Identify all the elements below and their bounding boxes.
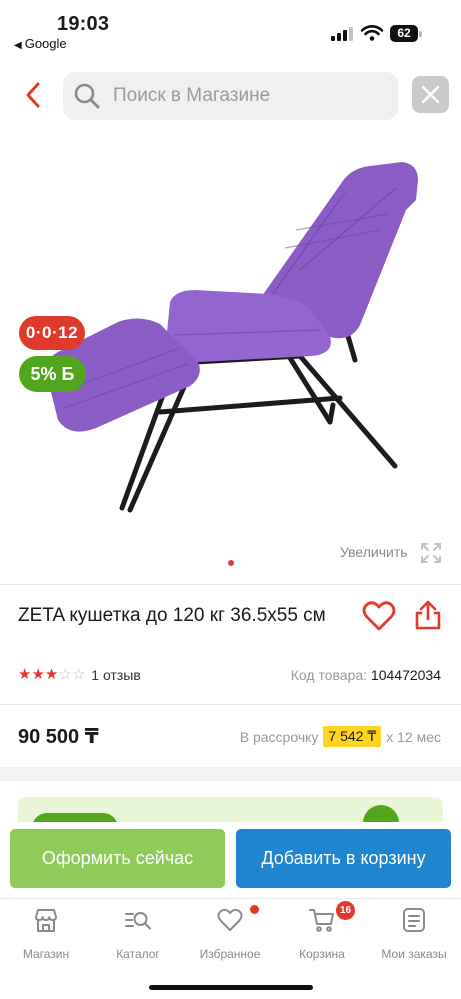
close-search-button[interactable] (412, 76, 449, 113)
product-title: ZETA кушетка до 120 кг 36.5х55 см (18, 605, 326, 626)
gallery-page-indicator (228, 560, 234, 566)
back-triangle-icon: ◀ (14, 40, 22, 51)
heart-icon (217, 908, 243, 931)
share-icon[interactable] (413, 599, 443, 631)
search-icon (74, 83, 100, 109)
action-bar: Оформить сейчас Добавить в корзину (0, 822, 461, 898)
nav-item-shop[interactable]: Магазин (0, 905, 92, 965)
product-price: 90 500 ₸ (18, 726, 99, 748)
bottom-nav: Магазин Каталог Избранное 16 Корзина Мои… (0, 898, 461, 999)
back-arrow-icon[interactable] (18, 78, 52, 112)
nav-item-favorites[interactable]: Избранное (184, 905, 276, 965)
status-time: 19:03 (57, 13, 110, 35)
product-sku: Код товара: 104472034 (291, 667, 441, 683)
divider (0, 704, 461, 705)
catalog-search-icon (125, 912, 151, 930)
add-to-cart-button[interactable]: Добавить в корзину (236, 829, 451, 888)
favorites-notification-dot (250, 905, 259, 914)
back-app-label: Google (24, 36, 67, 51)
rating[interactable]: ★★★☆☆ 1 отзыв (18, 666, 141, 684)
close-icon (421, 85, 440, 104)
reviews-count[interactable]: 1 отзыв (91, 667, 141, 683)
home-indicator (149, 985, 313, 990)
wifi-icon (361, 25, 383, 41)
search-input[interactable] (113, 72, 383, 120)
shop-icon (35, 909, 57, 932)
installment-amount: 7 542 ₸ (323, 726, 382, 747)
battery-icon: 62 (390, 25, 418, 42)
back-to-app-link[interactable]: ◀ Google (14, 36, 67, 51)
nav-item-orders[interactable]: Мои заказы (368, 905, 460, 965)
installment-suffix: х 12 мес (386, 728, 441, 745)
divider (0, 584, 461, 585)
installment-badge: 0·0·12 (19, 316, 85, 350)
signal-icon (331, 27, 353, 41)
nav-label: Магазин (22, 947, 70, 961)
cart-icon (309, 909, 334, 932)
product-image (45, 162, 418, 513)
rating-stars: ★★★☆☆ (18, 666, 85, 684)
sku-label: Код товара: (290, 667, 368, 683)
installment-info[interactable]: В рассрочку 7 542 ₸ х 12 мес (240, 726, 441, 747)
search-header (0, 70, 461, 122)
battery-tip (419, 31, 422, 37)
nav-label: Корзина (299, 947, 345, 961)
nav-item-cart[interactable]: 16 Корзина (276, 901, 368, 965)
star-empty-icon: ☆ (58, 666, 72, 683)
buy-now-button[interactable]: Оформить сейчас (10, 829, 225, 888)
star-filled-icon: ★ (44, 666, 59, 683)
search-box[interactable] (63, 72, 398, 120)
star-filled-icon: ★ (31, 666, 45, 683)
status-bar: 19:03 ◀ Google 62 (0, 0, 461, 58)
section-separator (0, 767, 461, 781)
star-filled-icon: ★ (18, 666, 32, 683)
nav-item-catalog[interactable]: Каталог (92, 905, 184, 965)
star-empty-icon: ☆ (71, 666, 86, 683)
nav-label: Мои заказы (381, 947, 447, 961)
heart-icon[interactable] (362, 600, 396, 632)
nav-label: Избранное (199, 947, 261, 961)
nav-label: Каталог (116, 947, 160, 961)
orders-icon (403, 908, 425, 932)
product-image-gallery[interactable]: 0·0·12 5% Б Увеличить (0, 130, 461, 580)
cart-count-badge: 16 (336, 901, 355, 920)
sku-value: 104472034 (370, 667, 441, 683)
installment-prefix: В рассрочку (239, 728, 319, 745)
expand-icon[interactable] (420, 542, 442, 564)
zoom-label[interactable]: Увеличить (340, 544, 408, 560)
bonus-badge: 5% Б (19, 356, 86, 392)
